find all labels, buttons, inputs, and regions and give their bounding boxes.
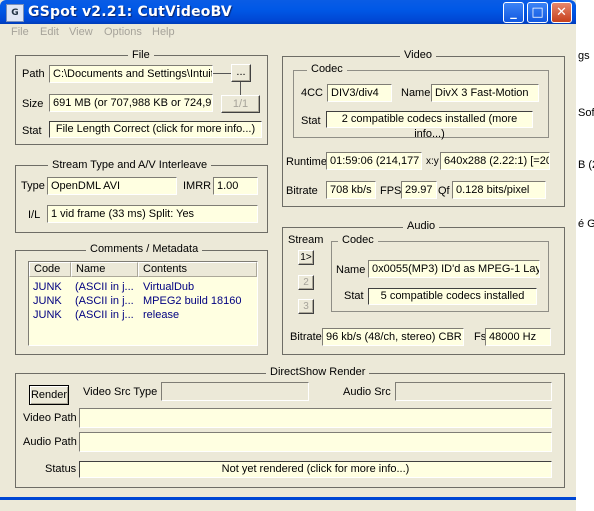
table-row-contents[interactable]: release — [143, 309, 179, 321]
table-row-contents[interactable]: VirtualDub — [143, 281, 194, 293]
qf-field[interactable]: 0.128 bits/pixel — [452, 181, 546, 199]
video-stat-label: Stat — [301, 115, 321, 127]
audio-stream-1-button[interactable]: 1> — [298, 250, 314, 265]
path-field[interactable]: C:\Documents and Settings\Intuit — [49, 65, 213, 83]
path-connector — [213, 73, 231, 74]
il-field[interactable]: 1 vid frame (33 ms) Split: Yes — [47, 205, 258, 223]
video-name-label: Name — [401, 87, 431, 99]
background-text: é GL — [578, 218, 594, 230]
il-label: I/L — [28, 209, 41, 221]
column-header-name[interactable]: Name — [71, 262, 138, 277]
video-src-type-label: Video Src Type — [83, 386, 158, 398]
video-group-label: Video — [400, 49, 436, 61]
stream-type-group-label: Stream Type and A/V Interleave — [48, 159, 212, 171]
video-stat-field[interactable]: 2 compatible codecs installed (more info… — [326, 111, 533, 140]
audio-src-field[interactable] — [395, 382, 552, 401]
table-row-name[interactable]: (ASCII in j... — [75, 281, 134, 293]
imrr-label: IMRR — [183, 180, 212, 192]
runtime-field[interactable]: 01:59:06 (214,177 — [326, 152, 422, 170]
maximize-button[interactable]: □ — [527, 2, 548, 23]
table-row-name[interactable]: (ASCII in j... — [75, 309, 134, 321]
table-row-code[interactable]: JUNK — [33, 281, 62, 293]
audio-stat-label: Stat — [344, 290, 364, 302]
video-name-field[interactable]: DivX 3 Fast-Motion — [431, 84, 539, 102]
directshow-group-label: DirectShow Render — [266, 366, 370, 378]
audio-bitrate-field[interactable]: 96 kb/s (48/ch, stereo) CBR — [322, 328, 464, 346]
window-title: GSpot v2.21: CutVideoBV — [28, 4, 232, 20]
background-window — [576, 0, 594, 511]
video-bitrate-label: Bitrate — [286, 185, 318, 197]
type-label: Type — [21, 180, 45, 192]
audio-stat-field[interactable]: 5 compatible codecs installed — [368, 288, 537, 305]
maximize-icon: □ — [531, 5, 544, 20]
background-text: B (2 — [578, 159, 594, 171]
xy-field[interactable]: 640x288 (2.22:1) [=20 — [440, 152, 550, 170]
minimize-icon: _ — [510, 5, 517, 20]
menu-view[interactable]: View — [69, 26, 93, 38]
audio-stream-3-button[interactable]: 3 — [298, 299, 314, 314]
title-bar[interactable]: G GSpot v2.21: CutVideoBV _ □ ✕ — [0, 0, 576, 24]
file-stat-field[interactable]: File Length Correct (click for more info… — [49, 121, 262, 138]
background-text: Soft — [578, 107, 594, 119]
path-label: Path — [22, 68, 45, 80]
fourcc-label: 4CC — [301, 87, 324, 99]
stat-label: Stat — [22, 125, 42, 137]
stream-label: Stream — [288, 234, 324, 246]
video-path-field[interactable] — [79, 408, 552, 428]
comments-table: Code Name Contents JUNK (ASCII in j... V… — [28, 261, 258, 346]
part-button[interactable]: 1/1 — [221, 95, 260, 113]
audio-path-label: Audio Path — [23, 436, 77, 448]
menu-bar: File Edit View Options Help — [0, 24, 576, 42]
audio-name-label: Name — [336, 264, 366, 276]
xy-label: x:y — [426, 156, 439, 167]
audio-group-label: Audio — [403, 220, 440, 232]
file-group-label: File — [128, 49, 154, 61]
browse-button[interactable]: ... — [231, 64, 251, 82]
menu-file[interactable]: File — [11, 26, 29, 38]
background-text: gs — [578, 50, 590, 62]
status-field[interactable]: Not yet rendered (click for more info...… — [79, 461, 552, 478]
render-button[interactable]: Render — [29, 385, 69, 405]
table-row-code[interactable]: JUNK — [33, 295, 62, 307]
table-row-name[interactable]: (ASCII in j... — [75, 295, 134, 307]
video-bitrate-field[interactable]: 708 kb/s — [326, 181, 376, 199]
fs-field[interactable]: 48000 Hz — [485, 328, 551, 346]
fourcc-field[interactable]: DIV3/div4 — [327, 84, 392, 102]
menu-edit[interactable]: Edit — [40, 26, 59, 38]
fps-field[interactable]: 29.97 — [401, 181, 437, 199]
qf-label: Qf — [438, 185, 450, 197]
audio-stream-2-button[interactable]: 2 — [298, 275, 314, 290]
status-label: Status — [45, 463, 77, 475]
video-path-label: Video Path — [23, 412, 77, 424]
minimize-button[interactable]: _ — [503, 2, 524, 23]
imrr-field[interactable]: 1.00 — [213, 177, 258, 195]
video-codec-group-label: Codec — [307, 63, 347, 75]
close-icon: ✕ — [556, 5, 567, 20]
column-header-contents[interactable]: Contents — [138, 262, 257, 277]
menu-options[interactable]: Options — [104, 26, 142, 38]
audio-path-field[interactable] — [79, 432, 552, 452]
fps-label: FPS — [380, 185, 402, 197]
window-bottom-border — [0, 497, 576, 500]
gspot-window: G GSpot v2.21: CutVideoBV _ □ ✕ File Edi… — [0, 0, 576, 511]
runtime-label: Runtime — [286, 156, 327, 168]
type-field[interactable]: OpenDML AVI — [47, 177, 177, 195]
video-src-type-field[interactable] — [161, 382, 309, 401]
audio-codec-group-label: Codec — [338, 234, 378, 246]
table-row-contents[interactable]: MPEG2 build 18160 — [143, 295, 241, 307]
menu-help[interactable]: Help — [152, 26, 175, 38]
size-label: Size — [22, 98, 44, 110]
comments-group-label: Comments / Metadata — [86, 243, 203, 255]
column-header-code[interactable]: Code — [29, 262, 71, 277]
audio-src-label: Audio Src — [343, 386, 391, 398]
size-field[interactable]: 691 MB (or 707,988 KB or 724,97 — [49, 94, 213, 112]
close-button[interactable]: ✕ — [551, 2, 572, 23]
audio-name-field[interactable]: 0x0055(MP3) ID'd as MPEG-1 Lay — [368, 260, 540, 278]
app-icon[interactable]: G — [6, 4, 24, 22]
table-row-code[interactable]: JUNK — [33, 309, 62, 321]
part-connector — [240, 82, 241, 96]
audio-bitrate-label: Bitrate — [290, 331, 322, 343]
